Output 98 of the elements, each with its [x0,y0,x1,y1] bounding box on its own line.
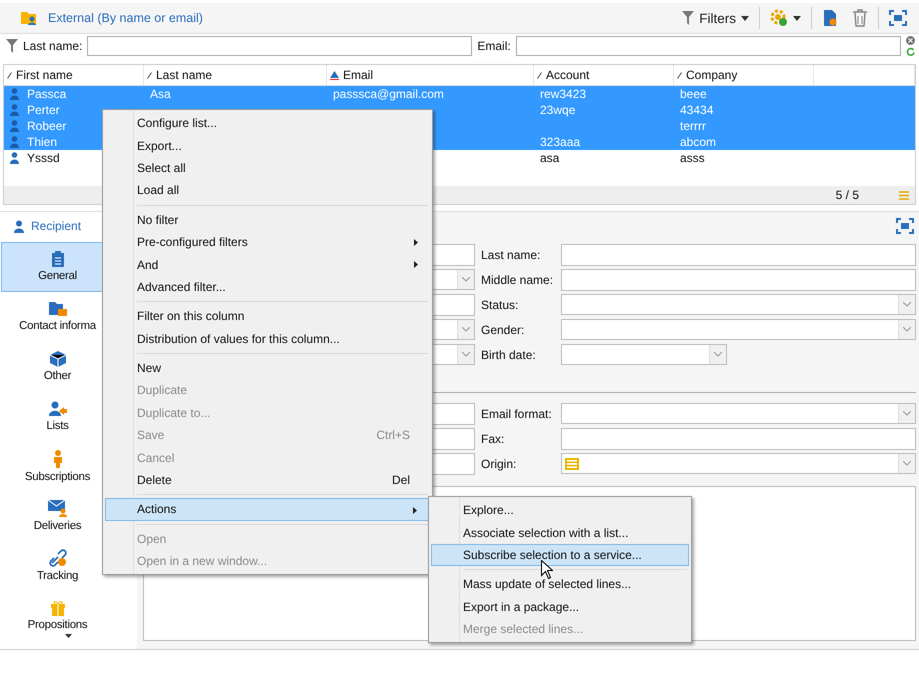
refresh-icon[interactable] [906,47,915,56]
chevron-down-icon [903,302,911,307]
field-label: Email format: [480,406,553,420]
chevron-down-icon [714,352,722,357]
table-cell: rew3423 [540,87,586,101]
scroll-down-icon[interactable] [65,634,72,638]
field-label: Last name: [23,39,82,53]
folder-person-icon [20,10,38,26]
chevron-down-icon [903,327,911,332]
list-icon[interactable] [899,190,909,200]
person-icon [10,120,19,132]
people-icon [48,400,66,417]
sort-icon [147,72,152,78]
column-header[interactable]: Account [534,65,674,85]
field-label: Middle name: [480,272,554,286]
caret-icon [741,16,749,20]
table-cell: asss [680,151,705,165]
sidebar-item[interactable]: Propositions [1,590,136,640]
trash-icon[interactable] [852,9,868,27]
menu-item[interactable]: Load all [105,179,430,202]
folder-mail-icon [48,301,66,318]
link-icon [48,549,66,568]
table-cell: terrrr [680,119,706,133]
clipboard-icon [50,251,64,268]
input-field[interactable] [516,36,901,56]
table-cell: 323aaa [540,135,580,149]
field-label: Birth date: [480,348,537,362]
filter-icon [6,39,18,53]
record-count: 5 / 5 [836,188,859,202]
field-label: Fax: [480,432,506,446]
dropdown-field[interactable] [561,403,916,424]
column-header[interactable]: Company [674,65,814,85]
table-cell: 43434 [680,103,714,117]
sort-icon [677,72,682,78]
person-icon [52,450,62,468]
table-cell: Asa [150,87,171,101]
sort-icon [537,72,542,78]
fullscreen-icon[interactable] [896,218,914,234]
clear-icon[interactable] [906,36,915,45]
person-icon [14,220,24,232]
chevron-down-icon [903,411,911,416]
chevron-down-icon [462,327,470,332]
field-label: Last name: [480,248,542,262]
field-label: Email: [477,39,511,53]
menu-item[interactable]: Subscribe selection to a service... [431,544,689,566]
sort-icon [7,72,12,78]
filter-icon [682,11,694,25]
input-field[interactable] [561,428,916,450]
person-icon [10,104,19,116]
caret-icon [793,16,801,20]
menu-item[interactable]: Associate selection with a list... [431,521,689,544]
toolbar-title[interactable]: External (By name or email) [48,11,203,25]
column-header[interactable]: Email [327,65,534,85]
table-cell: abcom [680,135,716,149]
menu-item[interactable]: No filter [105,208,430,231]
dropdown-field[interactable] [561,294,916,315]
fullscreen-icon[interactable] [889,10,907,26]
table-cell: Thien [27,135,58,149]
table-cell: Passca [27,87,66,101]
field-label: Gender: [480,322,526,336]
menu-item[interactable]: Explore... [431,499,689,522]
table-cell: passsca@gmail.com [333,87,444,101]
person-document-icon[interactable] [822,9,838,27]
filters-button[interactable]: Filters [678,8,753,28]
table-cell: beee [680,87,707,101]
chevron-down-icon [462,277,470,282]
gift-icon [50,600,64,616]
mouse-cursor-icon [541,560,553,579]
field-label: Status: [480,298,520,312]
column-header[interactable]: Last name [144,65,327,85]
input-field[interactable] [561,244,916,266]
menu-item[interactable]: Mass update of selected lines... [431,573,689,596]
gear-icon [770,9,788,27]
input-field[interactable] [87,36,472,56]
dropdown-field[interactable] [561,319,916,340]
mail-person-icon [48,499,68,518]
panel-title: Recipient [31,219,82,233]
menu-item[interactable]: Export in a package... [431,596,689,618]
date-field[interactable] [561,344,727,365]
cube-icon [50,350,66,367]
column-header[interactable]: First name [4,65,144,85]
chevron-down-icon [462,352,470,357]
chevron-down-icon [903,461,911,466]
person-icon [10,136,19,148]
person-icon [10,152,19,164]
menu-item[interactable]: Actions [105,498,430,521]
table-cell: 23wqe [540,103,576,117]
table-cell: Ysssd [27,151,60,165]
dropdown-field[interactable] [561,453,916,474]
input-field[interactable] [561,268,916,290]
menu-item[interactable]: Select all [105,156,430,180]
list-icon [565,458,579,470]
person-icon [10,88,19,100]
table-cell: Robeer [27,119,66,133]
table-cell: asa [540,151,560,165]
table-cell: Perter [27,103,60,117]
sort-ascending-icon [330,70,339,80]
field-label: Origin: [480,456,518,470]
